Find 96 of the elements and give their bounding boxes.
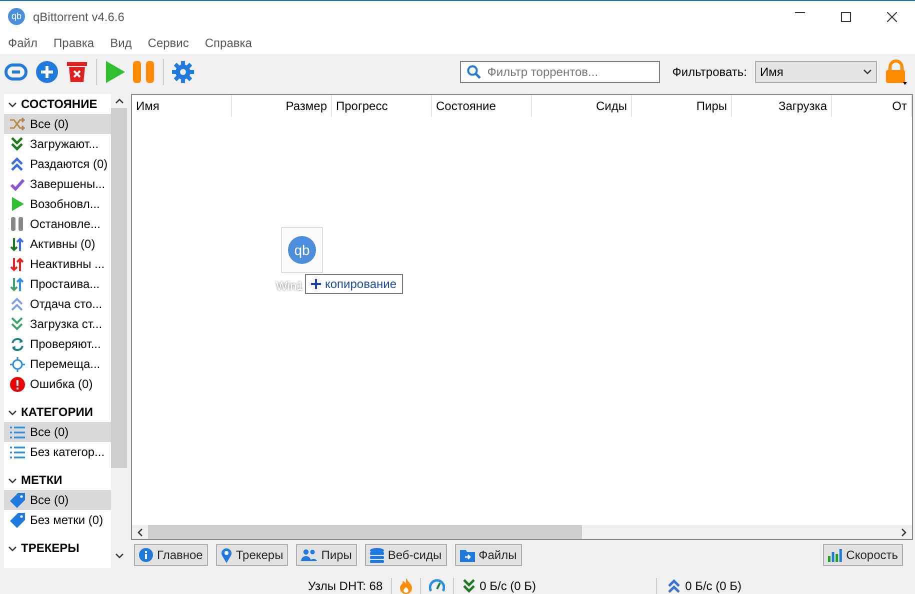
sidebar-item[interactable]: Простаива... — [4, 274, 111, 294]
gauge-icon — [428, 578, 445, 592]
search-field[interactable]: Фильтр торрентов... — [460, 61, 660, 83]
sidebar-item[interactable]: Все (0) — [4, 422, 111, 442]
settings-icon[interactable] — [172, 61, 194, 83]
map-pin-icon — [220, 548, 232, 562]
sidebar-item[interactable]: Без категор... — [4, 442, 111, 462]
sidebar-item[interactable]: Остановле... — [4, 214, 111, 234]
close-icon[interactable] — [887, 12, 897, 22]
sidebar-item[interactable]: Неактивны ... — [4, 254, 111, 274]
panel-tab[interactable]: Главное — [134, 544, 208, 566]
sidebar-item[interactable]: Проверяют... — [4, 334, 111, 354]
upload-speed-text: 0 Б/с (0 Б) — [685, 578, 742, 594]
app-logo: qb — [8, 8, 25, 25]
panel-tab[interactable]: Трекеры — [216, 544, 288, 566]
up-down-arrows-icon — [10, 276, 24, 292]
panel-tab[interactable]: Файлы — [454, 544, 522, 566]
section-header: КАТЕГОРИИ — [21, 404, 93, 421]
tag-icon — [10, 512, 24, 528]
speed-button[interactable]: Скорость — [823, 544, 903, 566]
double-chevron-down-icon — [10, 317, 24, 331]
up-down-arrows-icon — [10, 256, 24, 272]
filter-dropdown[interactable]: Имя — [755, 61, 877, 83]
folder-icon — [460, 548, 475, 562]
column-header[interactable]: Прогресс — [336, 99, 388, 113]
play-icon — [10, 197, 24, 211]
flame-icon — [400, 578, 412, 594]
column-header[interactable]: От — [892, 99, 907, 113]
dragged-file-icon: qb — [281, 227, 323, 273]
column-header[interactable]: Состояние — [436, 99, 496, 113]
window-title: qBittorrent v4.6.6 — [33, 8, 124, 26]
bar-chart-icon — [828, 548, 842, 562]
scrollbar-thumb[interactable] — [148, 525, 582, 539]
sidebar-item[interactable]: Раздаются (0) — [4, 154, 111, 174]
plus-icon — [311, 279, 321, 289]
chevron-down-icon — [863, 69, 872, 75]
menu-item[interactable]: Сервис — [148, 34, 189, 52]
column-header[interactable]: Загрузка — [778, 99, 827, 113]
sidebar-item[interactable]: Отдача сто... — [4, 294, 111, 314]
column-header[interactable]: Имя — [136, 99, 160, 113]
shuffle-icon — [9, 117, 25, 131]
filter-label: Фильтровать: — [672, 64, 747, 81]
chevron-down-icon[interactable] — [8, 408, 17, 416]
search-icon — [467, 65, 482, 79]
refresh-icon — [10, 336, 24, 352]
people-icon — [301, 549, 318, 561]
sidebar-item[interactable]: Активны (0) — [4, 234, 111, 254]
chevron-down-icon[interactable] — [8, 100, 17, 108]
dht-nodes-text: Узлы DHT: 68 — [308, 578, 383, 594]
double-chevron-up-icon — [10, 297, 24, 311]
panel-tab[interactable]: Веб-сиды — [364, 544, 447, 566]
list-icon — [10, 426, 24, 438]
double-chevron-down-icon — [462, 578, 476, 592]
chevron-down-icon[interactable] — [8, 544, 17, 552]
sidebar-item[interactable]: Ошибка (0) — [4, 374, 111, 394]
scroll-down-icon[interactable] — [114, 552, 124, 559]
column-header[interactable]: Размер — [286, 99, 327, 113]
menu-item[interactable]: Вид — [110, 34, 132, 52]
list-icon — [10, 446, 24, 458]
sidebar-item[interactable]: Завершены... — [4, 174, 111, 194]
section-header: ТРЕКЕРЫ — [21, 540, 80, 557]
delete-icon[interactable] — [66, 61, 88, 83]
error-icon — [10, 376, 24, 392]
chevron-down-icon[interactable] — [8, 476, 17, 484]
double-chevron-up-icon — [10, 157, 24, 171]
double-chevron-down-icon — [10, 137, 24, 151]
column-header[interactable]: Пиры — [696, 99, 727, 113]
menu-item[interactable]: Справка — [204, 34, 252, 52]
maximize-icon[interactable] — [841, 12, 851, 22]
sidebar-item[interactable]: Перемеща... — [4, 354, 111, 374]
section-header: МЕТКИ — [21, 472, 62, 489]
scroll-up-icon[interactable] — [114, 98, 124, 104]
section-header: СОСТОЯНИЕ — [21, 96, 98, 113]
drag-tooltip: копирование — [305, 274, 403, 294]
up-down-arrows-icon — [10, 236, 24, 252]
sidebar-item[interactable]: Возобновл... — [4, 194, 111, 214]
sidebar-item[interactable]: Все (0) — [4, 490, 111, 510]
checkmark-icon — [10, 178, 24, 190]
menu-item[interactable]: Правка — [54, 34, 94, 52]
info-icon — [139, 548, 153, 562]
panel-tab[interactable]: Пиры — [296, 544, 357, 566]
column-header[interactable]: Сиды — [596, 99, 627, 113]
pause-icon — [11, 217, 23, 231]
double-chevron-up-icon — [667, 578, 682, 592]
sidebar-item[interactable]: Все (0) — [4, 114, 111, 134]
dragged-file-label: Win1 — [276, 278, 304, 295]
sidebar-item[interactable]: Загружают... — [4, 134, 111, 154]
menu-item[interactable]: Файл — [8, 34, 38, 52]
database-icon — [370, 548, 384, 562]
tag-icon — [10, 492, 24, 508]
scrollbar-thumb[interactable] — [111, 108, 127, 468]
sidebar-item[interactable]: Без метки (0) — [4, 510, 111, 530]
add-icon[interactable] — [36, 61, 58, 83]
sidebar-item[interactable]: Загрузка ст... — [4, 314, 111, 334]
download-speed-text: 0 Б/с (0 Б) — [480, 578, 536, 594]
crosshair-icon — [10, 356, 24, 372]
